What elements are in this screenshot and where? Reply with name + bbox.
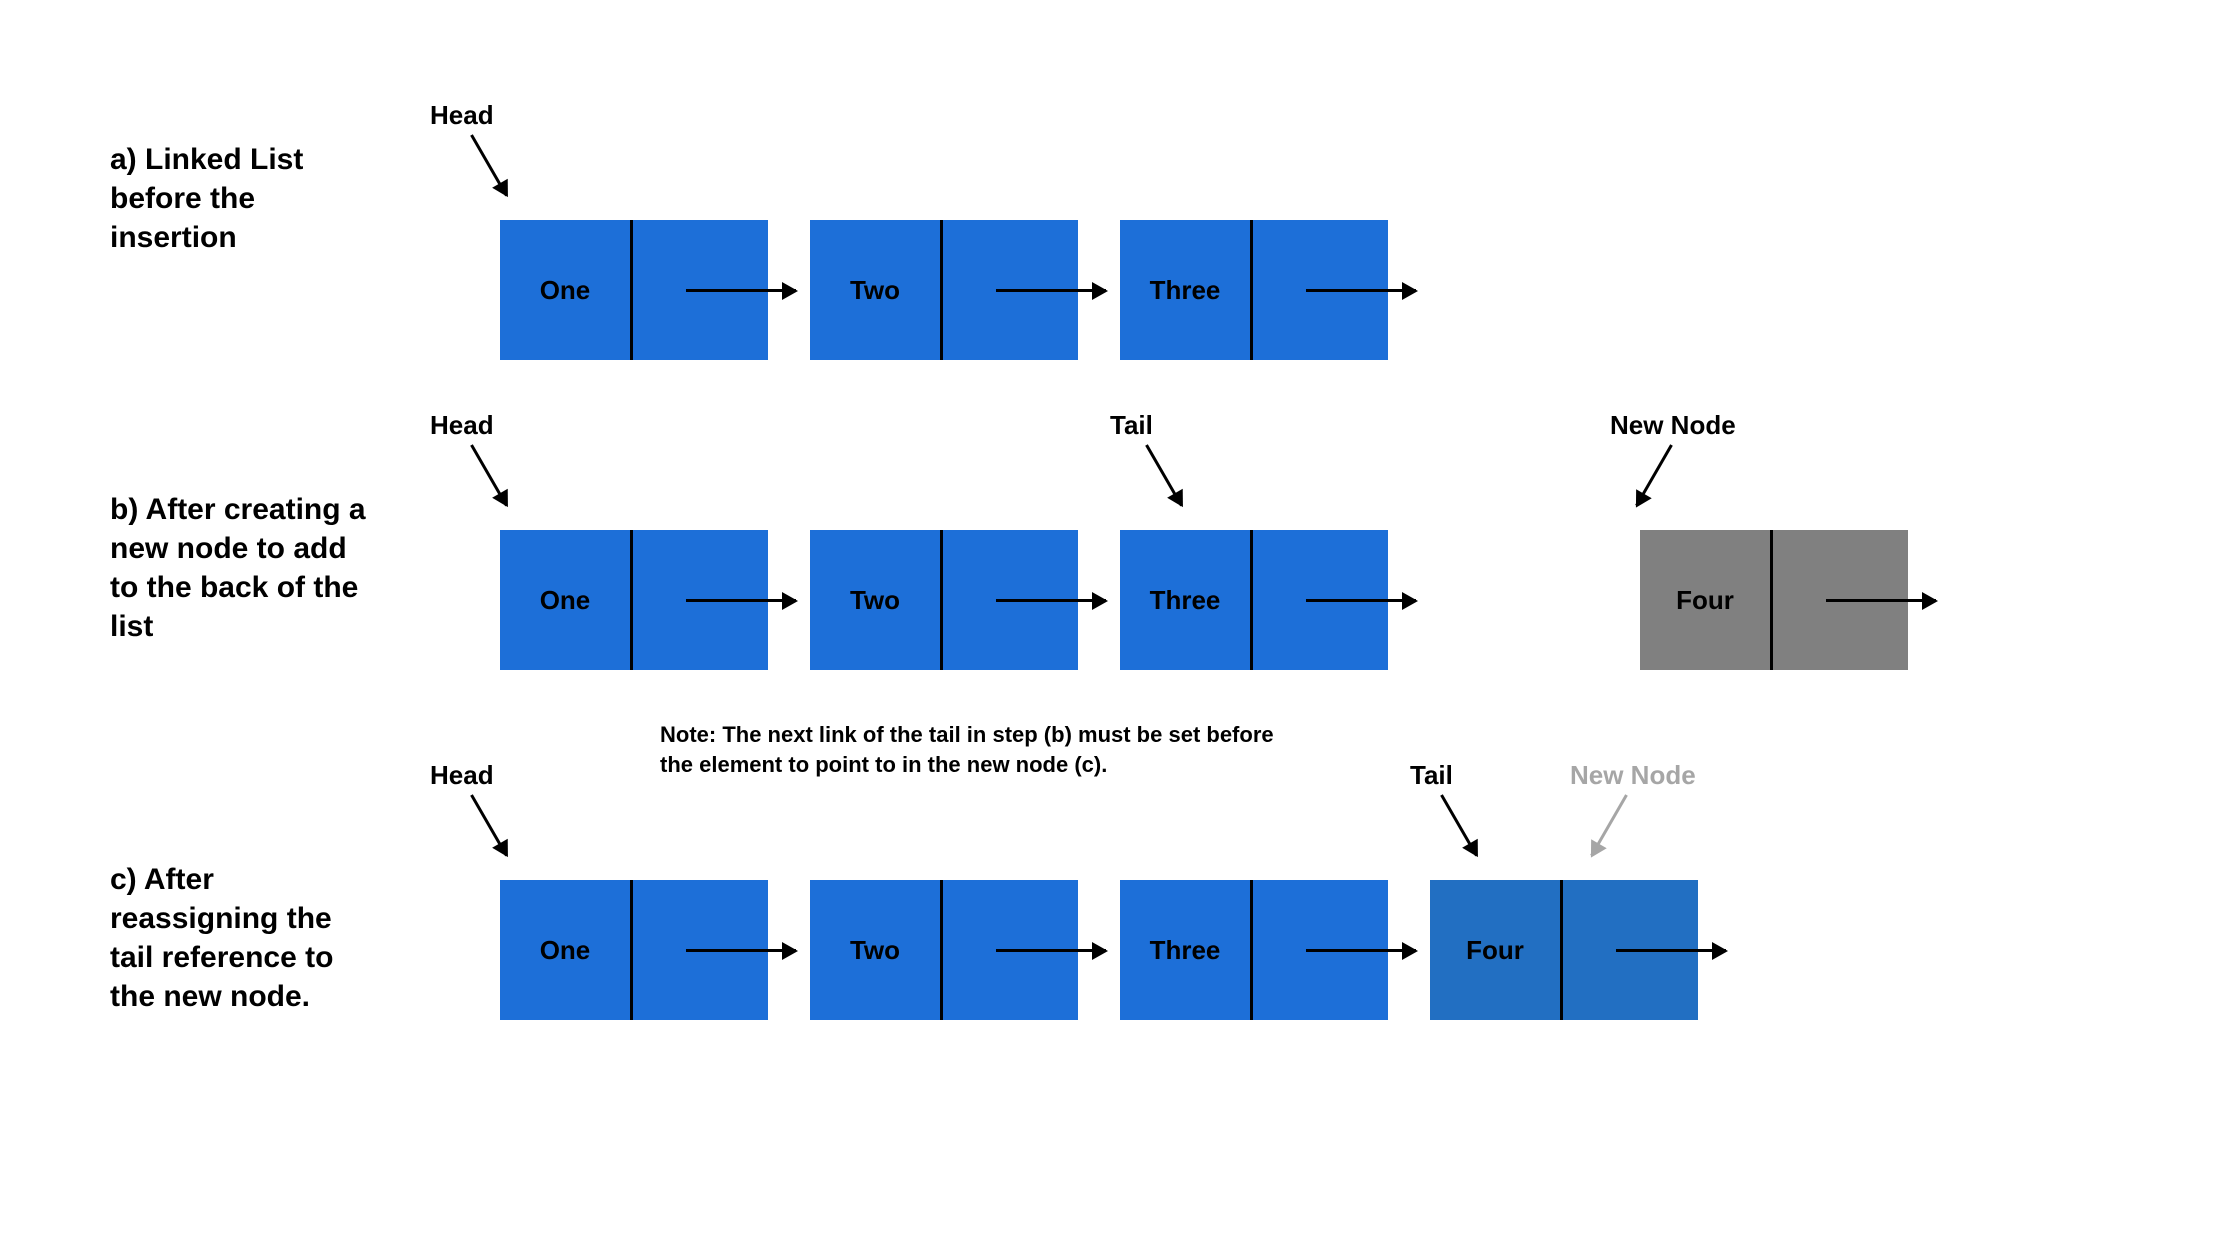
arrow-two-three-c [996,949,1106,952]
label-tail-c: Tail [1410,760,1453,791]
node-three-c-data: Three [1120,880,1250,1020]
arrow-head [470,134,508,196]
arrow-one-two-c [686,949,796,952]
arrow-newnode-c [1590,794,1628,856]
arrow-one-two [686,289,796,292]
node-two-b-ptr [940,530,1078,670]
node-two-data: Two [810,220,940,360]
note-text: Note: The next link of the tail in step … [660,720,1300,779]
node-three-data: Three [1120,220,1250,360]
node-two-ptr [940,220,1078,360]
arrow-head-c [470,794,508,856]
arrow-two-three [996,289,1106,292]
node-one-b: One [500,530,768,670]
arrow-four-null-c [1616,949,1726,952]
arrow-newnode-b [1635,444,1673,506]
node-three-b-ptr [1250,530,1388,670]
arrow-four-null-b [1826,599,1936,602]
node-two-c-ptr [940,880,1078,1020]
node-three-c: Three [1120,880,1388,1020]
row-c-diagram: Note: The next link of the tail in step … [410,730,2140,1050]
node-one-c-data: One [500,880,630,1020]
node-one-data: One [500,220,630,360]
arrow-three-null-b [1306,599,1416,602]
row-b-description: b) After creating a new node to add to t… [110,410,410,646]
row-b-diagram: Head Tail New Node One Two Three Four [410,410,2140,690]
row-a-description: a) Linked List before the insertion [110,110,410,257]
node-four-b-data: Four [1640,530,1770,670]
label-tail-b: Tail [1110,410,1153,441]
node-four-c-ptr [1560,880,1698,1020]
node-four-b: Four [1640,530,1908,670]
node-one-c: One [500,880,768,1020]
node-two-c: Two [810,880,1078,1020]
node-two: Two [810,220,1078,360]
node-three-ptr [1250,220,1388,360]
arrow-tail-c [1440,794,1478,856]
node-three: Three [1120,220,1388,360]
row-b: b) After creating a new node to add to t… [110,410,2140,690]
node-one-b-data: One [500,530,630,670]
label-newnode-b: New Node [1610,410,1736,441]
node-four-c-data: Four [1430,880,1560,1020]
node-one-b-ptr [630,530,768,670]
node-one: One [500,220,768,360]
node-three-c-ptr [1250,880,1388,1020]
row-a-diagram: Head One Two Three [410,110,2140,370]
node-three-b: Three [1120,530,1388,670]
node-four-c: Four [1430,880,1698,1020]
arrow-two-three-b [996,599,1106,602]
node-two-b-data: Two [810,530,940,670]
diagram-canvas: a) Linked List before the insertion Head… [0,0,2240,1260]
node-three-b-data: Three [1120,530,1250,670]
label-head-c: Head [430,760,494,791]
label-newnode-c: New Node [1570,760,1696,791]
node-two-c-data: Two [810,880,940,1020]
row-c: c) After reassigning the tail reference … [110,730,2140,1050]
label-head: Head [430,100,494,131]
row-a: a) Linked List before the insertion Head… [110,110,2140,370]
node-one-c-ptr [630,880,768,1020]
arrow-tail-b [1145,444,1183,506]
node-one-ptr [630,220,768,360]
arrow-three-four-c [1306,949,1416,952]
arrow-head-b [470,444,508,506]
arrow-one-two-b [686,599,796,602]
label-head-b: Head [430,410,494,441]
arrow-three-null [1306,289,1416,292]
node-two-b: Two [810,530,1078,670]
row-c-description: c) After reassigning the tail reference … [110,730,410,1016]
node-four-b-ptr [1770,530,1908,670]
